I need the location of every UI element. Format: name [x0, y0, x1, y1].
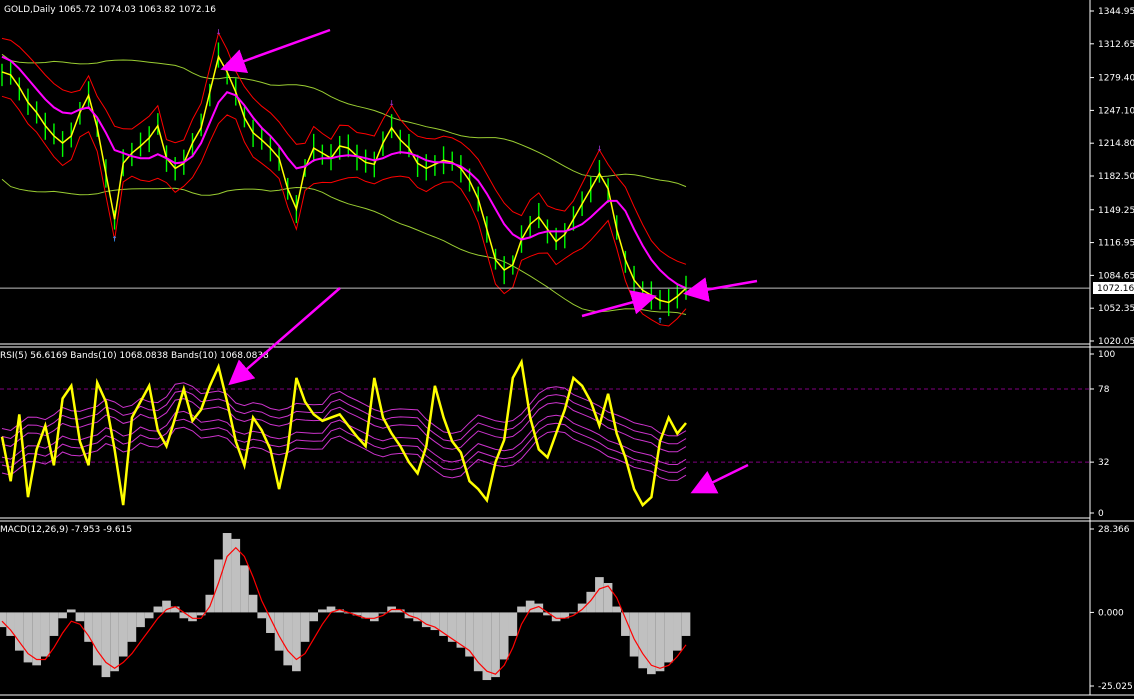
macd-histogram-bar [655, 612, 665, 672]
macd-panel-title: MACD(12,26,9) -7.953 -9.615 [0, 525, 132, 535]
macd-histogram-bar [681, 612, 691, 636]
rsi-tick-label: 100 [1098, 350, 1115, 360]
rsi-tick-label: 32 [1098, 458, 1109, 468]
macd-histogram-bar [318, 609, 327, 613]
macd-histogram-bar [491, 612, 500, 678]
macd-histogram-bar [153, 606, 163, 613]
macd-histogram-bar [612, 606, 622, 613]
macd-histogram-bar [162, 600, 171, 613]
fractal-marker: ↑ [657, 315, 663, 326]
macd-histogram-bar [58, 612, 67, 619]
macd-histogram-bar [240, 565, 249, 613]
macd-histogram-bar [283, 612, 293, 666]
macd-histogram-bar [300, 612, 310, 642]
price-tick-label: 1247.10 [1098, 106, 1134, 116]
macd-histogram-bar [638, 612, 648, 669]
macd-histogram-bar [66, 609, 76, 613]
macd-histogram-bar [144, 612, 154, 619]
macd-histogram-bar [127, 612, 137, 642]
macd-histogram-bar [101, 612, 111, 678]
macd-histogram-bar [586, 591, 596, 613]
macd-histogram-bar [49, 612, 59, 636]
macd-histogram-bar [92, 612, 102, 666]
macd-histogram-bar [274, 612, 284, 651]
macd-histogram-bar [84, 612, 93, 642]
macd-histogram-bar [23, 612, 33, 663]
macd-histogram-bar [292, 612, 301, 672]
price-tick-label: 1149.25 [1098, 206, 1134, 216]
rsi-panel: 100 78 32 0 [0, 350, 1115, 519]
macd-histogram-bar [508, 612, 518, 636]
macd-histogram-bar [118, 612, 128, 657]
price-panel: ↑ ↓ ↓ ↓ ↑ 1344.95 1312.65 1279.40 1247.10 1214.80… [0, 7, 1134, 347]
rsi-line [0, 358, 687, 508]
macd-histogram-bar [40, 612, 50, 657]
macd-tick-label: -25.025 [1098, 682, 1133, 692]
macd-histogram-bar [664, 612, 674, 663]
macd-tick-label: 0.000 [1098, 608, 1124, 618]
price-tick-label: 1182.50 [1098, 172, 1134, 182]
macd-histogram-bar [257, 612, 267, 619]
macd-histogram-bar [465, 612, 474, 657]
macd-tick-label: 28.366 [1098, 525, 1130, 535]
macd-histogram-bar [110, 612, 119, 672]
macd-histogram-bar [482, 612, 492, 681]
rsi-tick-label: 0 [1098, 509, 1104, 519]
rsi-tick-label: 78 [1098, 385, 1110, 395]
macd-histogram-bar [248, 594, 258, 613]
macd-histogram-bar [629, 612, 639, 657]
current-price-label: 1072.16 [1097, 284, 1134, 294]
price-tick-label: 1344.95 [1098, 7, 1134, 17]
price-tick-label: 1084.65 [1098, 271, 1134, 281]
macd-histogram-bar [75, 612, 85, 622]
price-tick-label: 1116.95 [1098, 239, 1134, 249]
fractal-marker: ↑ [112, 234, 118, 245]
macd-panel: 28.366 0.000 -25.025 [0, 525, 1133, 692]
price-tick-label: 1279.40 [1098, 74, 1134, 84]
rsi-panel-title: RSI(5) 56.6169 Bands(10) 1068.0838 Bands… [0, 351, 269, 361]
macd-histogram-bar [14, 612, 24, 651]
macd-histogram-bar [517, 606, 526, 613]
macd-histogram-bar [179, 612, 189, 619]
macd-histogram-bar [499, 612, 509, 660]
macd-histogram-bar [673, 612, 682, 651]
price-tick-label: 1052.35 [1098, 304, 1134, 314]
fractal-marker: ↓ [389, 97, 395, 108]
price-tick-label: 1312.65 [1098, 40, 1134, 50]
macd-histogram-bar [309, 612, 319, 622]
price-tick-label: 1020.05 [1098, 337, 1134, 347]
fractal-marker: ↓ [215, 26, 221, 37]
annotation-arrow [220, 28, 331, 73]
macd-histogram-bar [136, 612, 145, 628]
chart-root: ↑ ↓ ↓ ↓ ↑ 1344.95 1312.65 1279.40 1247.10 1214.80… [0, 0, 1134, 696]
macd-histogram-bar [266, 612, 275, 633]
slow-ma-line [1, 55, 687, 290]
macd-histogram-bar [214, 559, 223, 613]
annotation-arrow [228, 287, 341, 386]
fractal-marker: ↓ [596, 143, 602, 154]
price-tick-label: 1214.80 [1098, 139, 1134, 149]
annotation-arrow [683, 277, 758, 302]
macd-histogram-bar [222, 533, 232, 613]
inner-band-upper [1, 31, 687, 265]
annotation-arrow [690, 463, 749, 494]
macd-histogram-bar [6, 612, 15, 636]
fast-ma-line [1, 54, 687, 304]
main-chart-title: GOLD,Daily 1065.72 1074.03 1063.82 1072.… [4, 5, 216, 15]
macd-histogram-bar [595, 577, 604, 613]
